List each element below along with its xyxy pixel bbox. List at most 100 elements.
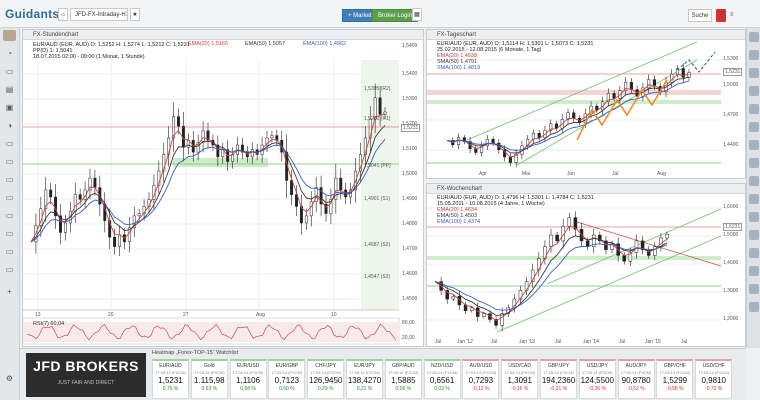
watchlist-tile[interactable]: GBP/CHF 17:05:14 (FXCM) 1,5299 -0,58 % [656,359,694,399]
plus-icon[interactable]: + [3,286,16,297]
instrument-price: 126,9450 [309,376,343,385]
price-change: -0,36 % [588,386,606,392]
screen-icon-3[interactable]: ▭ [3,174,16,185]
chart-icon[interactable]: ◔ [3,48,16,59]
instrument-name: EUR/USD [236,363,260,369]
y-tick: 1,4400 [723,142,739,148]
ema100-label: EMA(100) 1,4374 [437,219,481,225]
avatar[interactable] [749,302,759,312]
avatar[interactable] [749,122,759,132]
news-icon[interactable]: ▤ [3,84,16,95]
price-change: -0,31 % [549,386,568,392]
avatar[interactable] [749,104,759,114]
screen-icon-2[interactable]: ▭ [3,156,16,167]
candle [177,116,180,127]
watchlist-tile[interactable]: Gold 17:05:14 (FXCM) 1.115,98 0,63 % [190,359,228,399]
watchlist-tile[interactable]: EUR/USD 17:05:14 (FXCM) 1,1106 0,58 % [229,359,267,399]
menu-icon[interactable]: ≡ [730,9,740,22]
hourly-chart-panel: FX-Stundenchart EUR/AUD (EUR, AUD) O: 1,… [22,29,424,347]
watchlist-tile[interactable]: AUD/JPY 17:05:14 (FXCM) 90,8780 -0,52 % [617,359,655,399]
avatar[interactable] [749,248,759,258]
watchlist-tile[interactable]: NZD/USD 17:05:14 (FXCM) 0,6561 0,03 % [423,359,461,399]
screen-icon[interactable]: ▭ [3,138,16,149]
screen-icon-6[interactable]: ▭ [3,228,16,239]
watchlist-tile[interactable]: AUD/USD 17:05:14 (FXCM) 0,7293 -0,12 % [462,359,500,399]
instrument-name: GBP/JPY [547,363,570,369]
broker-name: JFD BROKERS [33,358,139,374]
ema100-line [434,243,668,311]
grid-icon[interactable]: ▦ [412,8,422,21]
rsi-tick: 20,00 [402,335,415,341]
candle [634,240,639,253]
avatar[interactable] [749,140,759,150]
avatar[interactable] [749,158,759,168]
screen-icon-4[interactable]: ▭ [3,192,16,203]
watchlist-icon[interactable]: ◑ [3,120,16,131]
y-tick: 1,5300 [402,96,418,102]
settings-icon[interactable]: ⚙ [3,373,16,384]
watchlist-tile[interactable]: USD/CHF 17:05:14 (FXCM) 0,9810 -0,72 % [695,359,733,399]
x-tick: 27 [183,312,189,318]
price-change: 0,29 % [317,386,334,392]
price-change: -0,16 % [511,386,529,392]
support-zone [173,158,268,167]
portfolio-icon[interactable]: ▣ [3,102,16,113]
broker-tagline: JUST FAIR AND DIRECT [57,380,115,386]
watchlist-tile[interactable]: GBP/AUD 17:05:14 (FXCM) 1,5885 0,06 % [384,359,422,399]
avatar[interactable] [749,176,759,186]
candle [647,79,651,89]
watchlist-tile[interactable]: GBP/JPY 17:05:14 (FXCM) 194,2360 -0,31 % [540,359,577,399]
avatar[interactable] [749,194,759,204]
star-icon[interactable]: ★ [130,8,140,21]
screen-icon-7[interactable]: ▭ [3,246,16,257]
watchlist-tile[interactable]: EUR/GBP 17:05:14 (FXCM) 0,7123 0,60 % [268,359,306,399]
watchlist-tile[interactable]: EUR/AUD 17:05:14 (FXCM) 1,5231 0,76 % [152,359,189,399]
screen-icon-5[interactable]: ▭ [3,210,16,221]
avatar[interactable] [749,230,759,240]
avatar[interactable] [749,68,759,78]
avatar[interactable] [749,32,759,42]
avatar[interactable] [749,284,759,294]
tab-home[interactable]: ⌂ [58,8,68,21]
watchlist-tile[interactable]: CHF/JPY 17:05:14 (FXCM) 126,9450 0,29 % [307,359,345,399]
instrument-name: AUD/USD [469,363,493,369]
current-price-label: 1,5231 [401,124,421,132]
tab-workspace[interactable]: JFD-FX-Intraday-H1-D-W [70,8,128,21]
candle [612,93,616,99]
x-tick: 10 [331,312,337,318]
instrument-name: GBP/AUD [392,363,415,369]
y-tick: 1,5000 [723,232,739,238]
avatar[interactable] [749,266,759,276]
candle [339,177,343,191]
avatar[interactable] [749,212,759,222]
watchlist-tile[interactable]: USD/JPY 17:05:14 (FXCM) 124,5500 -0,36 % [578,359,616,399]
hourly-price-chart[interactable] [23,30,423,346]
instrument-price: 1,5231 [158,376,183,385]
instrument-name: NZD/USD [430,363,454,369]
search-button[interactable]: Suche [688,9,712,22]
rsi-label: RSI(7) 60,04 [33,321,65,327]
trend-line-upper [546,208,722,285]
x-tick: Jan '12 [457,339,473,345]
watchlist-tile[interactable]: USD/CAD 17:05:14 (FXCM) 1,3091 -0,16 % [501,359,539,399]
candle [537,132,541,138]
instrument-price: 194,2360 [541,376,576,385]
screen-icon-8[interactable]: ▭ [3,264,16,275]
candle [595,105,599,111]
user-avatar[interactable] [3,30,16,41]
candle [629,82,633,90]
broker-logo[interactable]: JFD BROKERS JUST FAIR AND DIRECT [26,353,146,397]
flag-icon[interactable] [716,9,726,22]
candle [304,215,308,224]
watchlist-tile[interactable]: EUR/JPY 17:05:14 (FXCM) 138,4270 0,21 % [346,359,383,399]
avatar[interactable] [749,50,759,60]
layout-icon[interactable]: ▭ [3,66,16,77]
instrument-price: 1,5885 [391,376,416,385]
y-tick: 1,3000 [723,288,739,294]
avatar[interactable] [749,86,759,96]
candle [118,234,121,247]
weekly-chart-panel: FX-Wochenchart EUR/AUD (EUR, AUD) O: 1,4… [426,183,746,347]
y-tick: 1,4900 [402,196,418,202]
price-change: 0,03 % [434,386,450,392]
instrument-name: Gold [204,363,215,369]
